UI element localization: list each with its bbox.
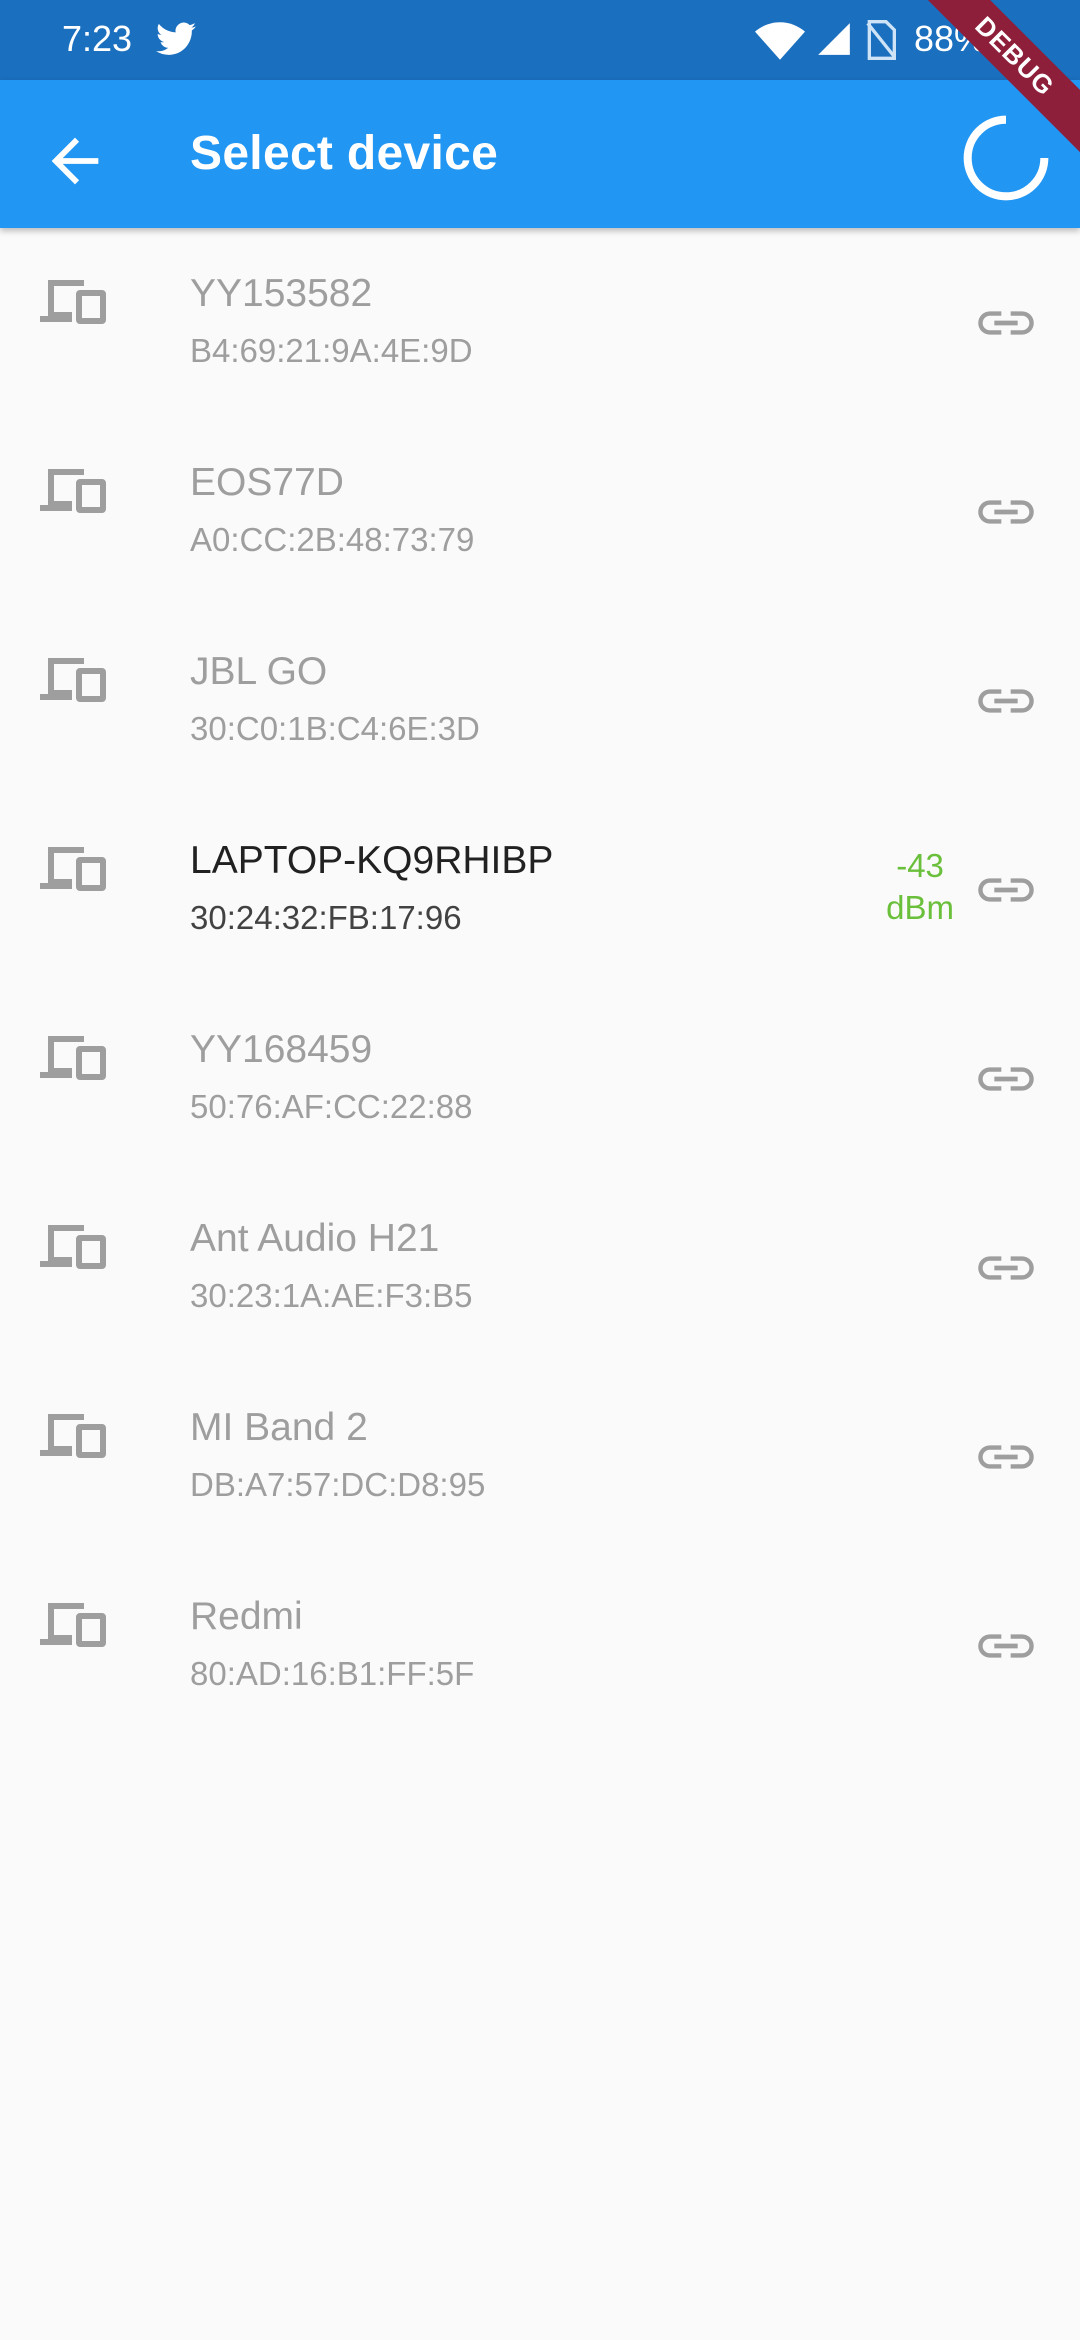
device-name: Ant Audio H21 bbox=[190, 1217, 440, 1260]
device-name: YY153582 bbox=[190, 272, 373, 315]
signal-strength: -43 dBm bbox=[886, 845, 954, 929]
device-name: LAPTOP-KQ9RHIBP bbox=[190, 839, 554, 882]
devices-icon bbox=[40, 1414, 106, 1458]
devices-icon bbox=[40, 280, 106, 324]
status-bar: 7:23 88% bbox=[0, 0, 1080, 80]
link-icon[interactable] bbox=[978, 497, 1034, 527]
devices-icon bbox=[40, 469, 106, 513]
link-icon[interactable] bbox=[978, 1253, 1034, 1283]
device-row[interactable]: Ant Audio H21 30:23:1A:AE:F3:B5 bbox=[0, 1173, 1080, 1362]
link-icon[interactable] bbox=[978, 1442, 1034, 1472]
cell-signal-icon bbox=[818, 23, 850, 55]
devices-icon bbox=[40, 1036, 106, 1080]
device-row-connected[interactable]: LAPTOP-KQ9RHIBP 30:24:32:FB:17:96 -43 dB… bbox=[0, 795, 1080, 984]
device-name: JBL GO bbox=[190, 650, 328, 693]
device-name: Redmi bbox=[190, 1595, 303, 1638]
wifi-icon bbox=[755, 22, 805, 60]
device-address: 30:24:32:FB:17:96 bbox=[190, 899, 462, 936]
device-row[interactable]: JBL GO 30:C0:1B:C4:6E:3D bbox=[0, 606, 1080, 795]
devices-icon bbox=[40, 1225, 106, 1269]
device-list: YY153582 B4:69:21:9A:4E:9D EOS77D A0:CC:… bbox=[0, 228, 1080, 1740]
rssi-unit: dBm bbox=[886, 889, 954, 926]
device-address: 50:76:AF:CC:22:88 bbox=[190, 1088, 473, 1125]
device-row[interactable]: YY153582 B4:69:21:9A:4E:9D bbox=[0, 228, 1080, 417]
devices-icon bbox=[40, 847, 106, 891]
device-address: A0:CC:2B:48:73:79 bbox=[190, 521, 475, 558]
twitter-icon bbox=[156, 22, 196, 55]
device-name: YY168459 bbox=[190, 1028, 373, 1071]
devices-icon bbox=[40, 658, 106, 702]
rssi-value: -43 bbox=[896, 847, 944, 884]
device-name: MI Band 2 bbox=[190, 1406, 368, 1449]
device-address: B4:69:21:9A:4E:9D bbox=[190, 332, 473, 369]
progress-spinner-icon bbox=[963, 115, 1049, 201]
link-icon[interactable] bbox=[978, 875, 1034, 905]
page-title: Select device bbox=[190, 127, 499, 180]
no-sim-icon bbox=[866, 20, 896, 60]
link-icon[interactable] bbox=[978, 1064, 1034, 1094]
link-icon[interactable] bbox=[978, 308, 1034, 338]
device-address: 30:23:1A:AE:F3:B5 bbox=[190, 1277, 473, 1314]
device-address: 80:AD:16:B1:FF:5F bbox=[190, 1655, 475, 1692]
device-row[interactable]: YY168459 50:76:AF:CC:22:88 bbox=[0, 984, 1080, 1173]
status-time: 7:23 bbox=[62, 18, 133, 59]
device-address: 30:C0:1B:C4:6E:3D bbox=[190, 710, 480, 747]
device-name: EOS77D bbox=[190, 461, 344, 504]
device-address: DB:A7:57:DC:D8:95 bbox=[190, 1466, 486, 1503]
devices-icon bbox=[40, 1603, 106, 1647]
device-row[interactable]: Redmi 80:AD:16:B1:FF:5F bbox=[0, 1551, 1080, 1740]
link-icon[interactable] bbox=[978, 1631, 1034, 1661]
link-icon[interactable] bbox=[978, 686, 1034, 716]
app-bar: Select device bbox=[0, 80, 1080, 228]
device-row[interactable]: EOS77D A0:CC:2B:48:73:79 bbox=[0, 417, 1080, 606]
device-row[interactable]: MI Band 2 DB:A7:57:DC:D8:95 bbox=[0, 1362, 1080, 1551]
back-arrow-icon[interactable] bbox=[40, 126, 110, 196]
